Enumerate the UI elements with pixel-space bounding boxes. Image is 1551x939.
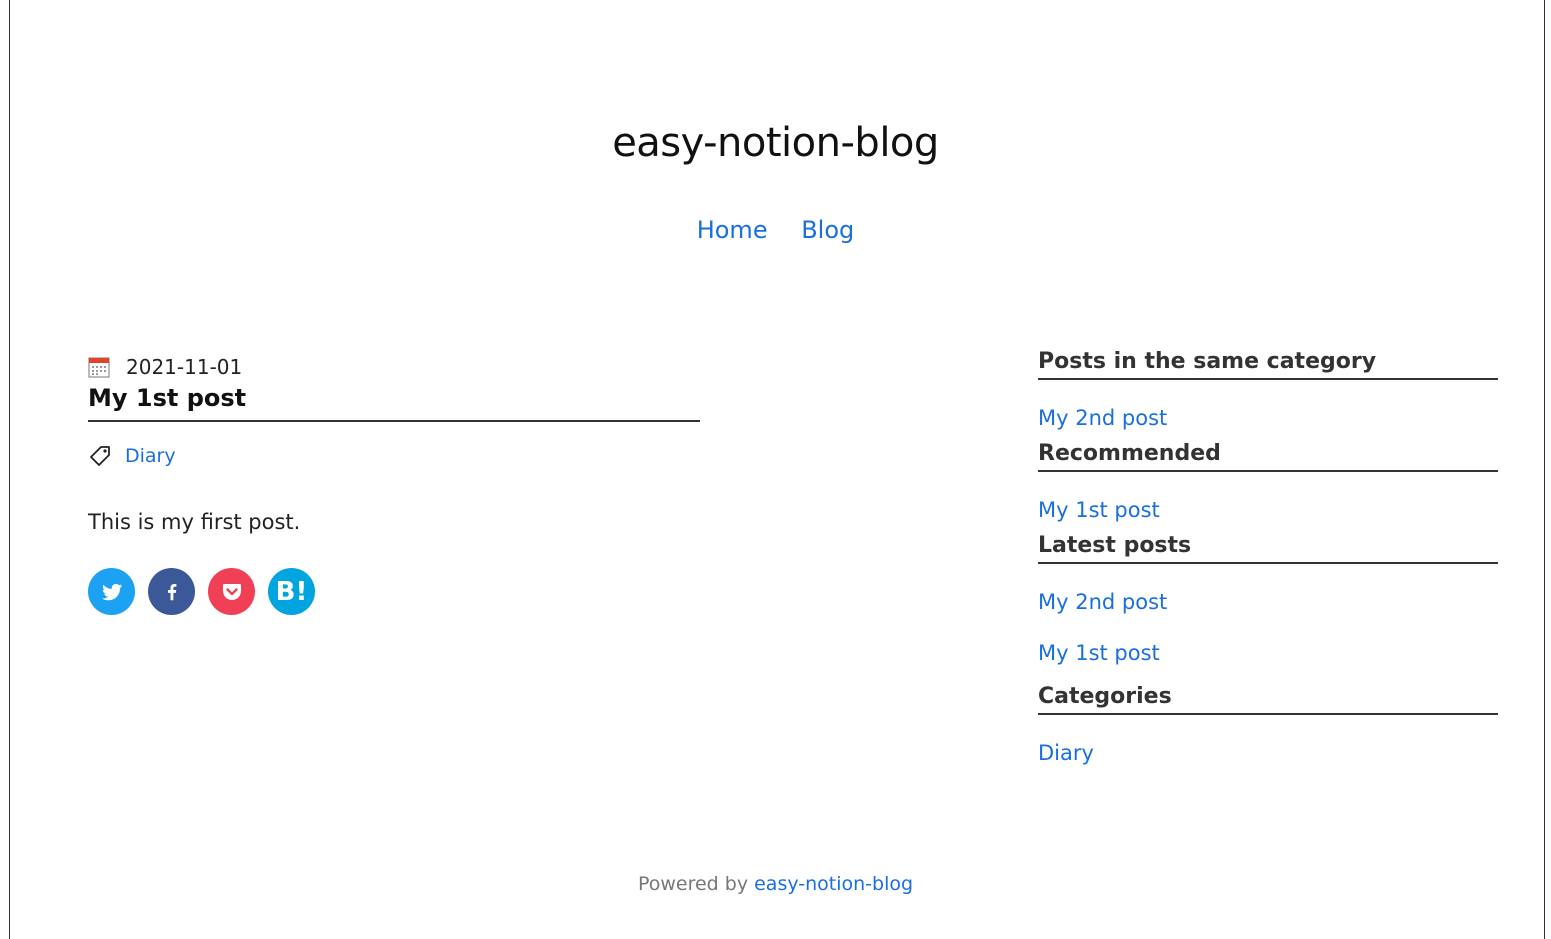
footer-link[interactable]: easy-notion-blog — [754, 873, 913, 895]
footer-powered-by-text: Powered by — [637, 873, 749, 895]
hatena-bookmark-icon: B! — [275, 576, 308, 607]
facebook-share-button[interactable] — [148, 568, 195, 615]
recommended-post-link[interactable]: My 1st post — [1038, 498, 1160, 522]
sidebar: Posts in the same category My 2nd post R… — [1038, 348, 1498, 775]
list-item: My 1st post — [1038, 628, 1498, 679]
twitter-icon — [101, 583, 122, 600]
recommended-heading: Recommended — [1038, 440, 1498, 472]
post-category-link[interactable]: Diary — [125, 445, 176, 467]
sidebar-latest-posts: Latest posts My 2nd post My 1st post — [1038, 532, 1498, 679]
same-category-post-link[interactable]: My 2nd post — [1038, 406, 1167, 430]
twitter-share-button[interactable] — [88, 568, 135, 615]
post-tag-row: Diary — [88, 444, 700, 468]
pocket-share-button[interactable] — [208, 568, 255, 615]
page: easy-notion-blog Home Blog 2021-11-01 My… — [0, 0, 1551, 939]
same-category-heading: Posts in the same category — [1038, 348, 1498, 380]
latest-posts-list: My 2nd post My 1st post — [1038, 577, 1498, 679]
nav-home-link[interactable]: Home — [697, 216, 768, 244]
calendar-icon — [88, 357, 110, 378]
sidebar-same-category: Posts in the same category My 2nd post — [1038, 348, 1498, 440]
latest-post-link[interactable]: My 1st post — [1038, 641, 1160, 665]
post-date-row: 2021-11-01 — [88, 352, 700, 382]
latest-posts-heading: Latest posts — [1038, 532, 1498, 564]
same-category-list: My 2nd post — [1038, 393, 1498, 440]
post-body: This is my first post. — [88, 510, 301, 534]
sidebar-recommended: Recommended My 1st post — [1038, 440, 1498, 532]
post-title: My 1st post — [88, 384, 700, 422]
facebook-icon — [167, 583, 176, 600]
categories-heading: Categories — [1038, 683, 1498, 715]
footer: Powered by easy-notion-blog — [0, 873, 1551, 895]
sidebar-categories: Categories Diary — [1038, 683, 1498, 775]
pocket-icon — [222, 583, 241, 600]
list-item: Diary — [1038, 728, 1498, 775]
share-buttons: B! — [88, 568, 700, 615]
list-item: My 1st post — [1038, 485, 1498, 532]
categories-list: Diary — [1038, 728, 1498, 775]
tag-icon — [90, 446, 110, 466]
hatena-bookmark-share-button[interactable]: B! — [268, 568, 315, 615]
latest-post-link[interactable]: My 2nd post — [1038, 590, 1167, 614]
recommended-list: My 1st post — [1038, 485, 1498, 532]
list-item: My 2nd post — [1038, 393, 1498, 440]
post-date: 2021-11-01 — [126, 355, 243, 379]
nav-blog-link[interactable]: Blog — [801, 216, 854, 244]
site-title[interactable]: easy-notion-blog — [0, 120, 1551, 166]
list-item: My 2nd post — [1038, 577, 1498, 628]
main-nav: Home Blog — [0, 216, 1551, 244]
post-article: 2021-11-01 My 1st post Diary This is my … — [88, 352, 700, 615]
category-link[interactable]: Diary — [1038, 741, 1094, 765]
